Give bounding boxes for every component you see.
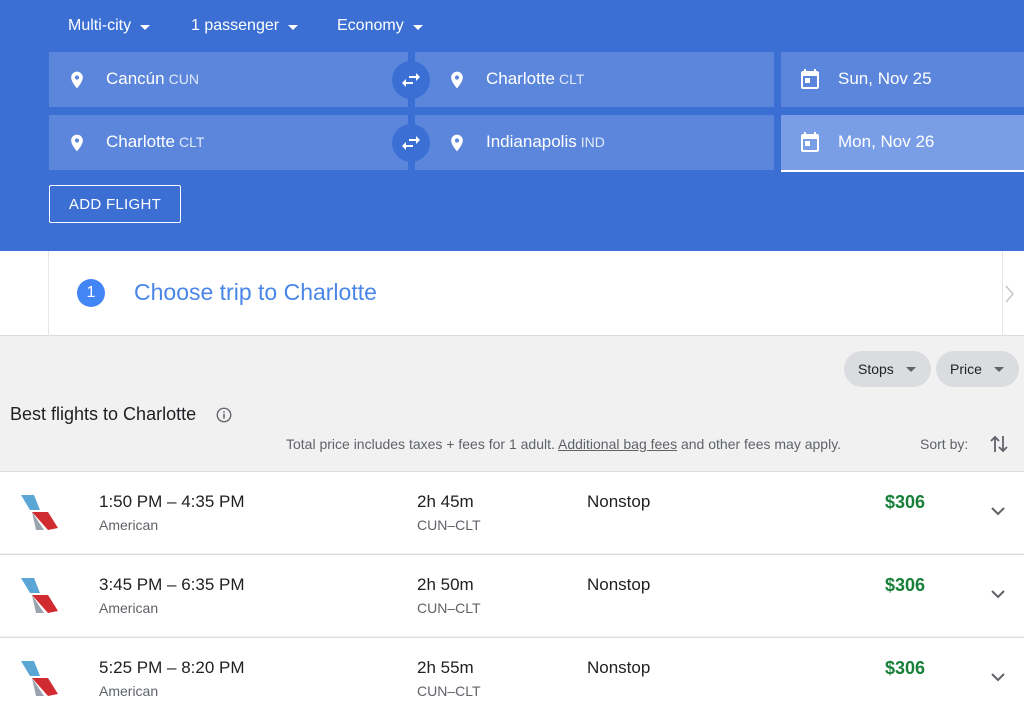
caret-down-icon	[288, 24, 299, 30]
search-header: Multi-city 1 passenger Economy Cancún CUN…	[0, 0, 1024, 251]
flight-route: CUN–CLT	[417, 517, 481, 533]
leg2-dest-city: Indianapolis	[486, 132, 577, 151]
swap-arrows-icon	[402, 136, 420, 150]
leg1-destination-field[interactable]: Charlotte CLT	[415, 52, 774, 107]
step-number-badge: 1	[77, 279, 105, 307]
stops-filter-label: Stops	[858, 361, 894, 377]
disclaimer-text: and other fees may apply.	[677, 436, 842, 452]
flight-route: CUN–CLT	[417, 600, 481, 616]
flight-route: CUN–CLT	[417, 683, 481, 699]
leg1-date: Sun, Nov 25	[838, 69, 932, 88]
leg2-origin-code: CLT	[178, 134, 205, 150]
flight-price: $306	[885, 492, 926, 512]
flight-times: 1:50 PM – 4:35 PM	[99, 492, 245, 511]
leg1-swap-button[interactable]	[392, 61, 430, 99]
bag-fees-link[interactable]: Additional bag fees	[558, 436, 677, 452]
leg2-dest-code: IND	[580, 134, 605, 150]
info-icon[interactable]	[215, 406, 233, 424]
flight-price: $306	[885, 575, 926, 595]
caret-down-icon	[140, 24, 151, 30]
stops-filter-button[interactable]: Stops	[844, 351, 931, 387]
location-pin-icon	[451, 71, 463, 89]
sort-by-label: Sort by:	[920, 436, 969, 452]
step-title: Choose trip to Charlotte	[134, 279, 377, 305]
cabin-class-dropdown[interactable]: Economy	[337, 15, 423, 37]
flight-duration: 2h 50m	[417, 575, 474, 594]
flight-row[interactable]: 3:45 PM – 6:35 PM American 2h 50m CUN–CLT No…	[0, 554, 1024, 636]
american-airlines-logo	[21, 661, 58, 696]
chevron-down-icon[interactable]	[988, 587, 1008, 601]
add-flight-button[interactable]: ADD FLIGHT	[49, 185, 181, 223]
leg1-origin-city: Cancún	[106, 69, 165, 88]
flight-times: 5:25 PM – 8:20 PM	[99, 658, 245, 677]
flight-stops: Nonstop	[587, 658, 651, 677]
leg2-origin-city: Charlotte	[106, 132, 175, 151]
leg2-destination-field[interactable]: Indianapolis IND	[415, 115, 774, 170]
leg2-origin-field[interactable]: Charlotte CLT	[49, 115, 408, 170]
flight-row[interactable]: 5:25 PM – 8:20 PM American 2h 55m CUN–CLT No…	[0, 637, 1024, 719]
american-airlines-logo	[21, 578, 58, 613]
leg1-origin-code: CUN	[168, 71, 199, 87]
airline-name: American	[99, 600, 159, 616]
trip-step-card[interactable]: 1 Choose trip to Charlotte	[0, 251, 1024, 336]
caret-down-icon	[993, 367, 1004, 372]
caret-down-icon	[905, 367, 916, 372]
results-title: Best flights to Charlotte	[10, 404, 197, 424]
leg1-date-field[interactable]: Sun, Nov 25	[781, 52, 1024, 107]
price-filter-button[interactable]: Price	[936, 351, 1019, 387]
trip-type-label: Multi-city	[68, 17, 132, 34]
chevron-down-icon[interactable]	[988, 670, 1008, 684]
sort-arrows-icon[interactable]	[988, 432, 1010, 456]
chevron-right-icon[interactable]	[1002, 281, 1022, 307]
flight-row[interactable]: 1:50 PM – 4:35 PM American 2h 45m CUN–CLT No…	[0, 471, 1024, 553]
calendar-icon	[801, 69, 819, 89]
location-pin-icon	[71, 134, 83, 152]
passengers-label: 1 passenger	[191, 17, 280, 34]
passengers-dropdown[interactable]: 1 passenger	[191, 15, 299, 37]
caret-down-icon	[412, 24, 423, 30]
cabin-class-label: Economy	[337, 17, 404, 34]
price-filter-label: Price	[950, 361, 982, 377]
airline-name: American	[99, 517, 159, 533]
flight-stops: Nonstop	[587, 492, 651, 511]
airline-name: American	[99, 683, 159, 699]
flight-times: 3:45 PM – 6:35 PM	[99, 575, 245, 594]
leg1-origin-field[interactable]: Cancún CUN	[49, 52, 408, 107]
calendar-icon	[801, 132, 819, 152]
leg1-dest-code: CLT	[558, 71, 585, 87]
flight-stops: Nonstop	[587, 575, 651, 594]
location-pin-icon	[71, 71, 83, 89]
location-pin-icon	[451, 134, 463, 152]
american-airlines-logo	[21, 495, 58, 530]
disclaimer-text: Total price includes taxes + fees for 1 …	[286, 436, 558, 452]
card-divider	[48, 251, 49, 336]
price-disclaimer: Total price includes taxes + fees for 1 …	[286, 436, 841, 452]
chevron-down-icon[interactable]	[988, 504, 1008, 518]
leg2-date-field[interactable]: Mon, Nov 26	[781, 115, 1024, 172]
leg1-dest-city: Charlotte	[486, 69, 555, 88]
flight-price: $306	[885, 658, 926, 678]
leg2-date: Mon, Nov 26	[838, 132, 935, 151]
flight-duration: 2h 55m	[417, 658, 474, 677]
flight-duration: 2h 45m	[417, 492, 474, 511]
leg2-swap-button[interactable]	[392, 124, 430, 162]
trip-type-dropdown[interactable]: Multi-city	[68, 15, 151, 37]
swap-arrows-icon	[402, 73, 420, 87]
